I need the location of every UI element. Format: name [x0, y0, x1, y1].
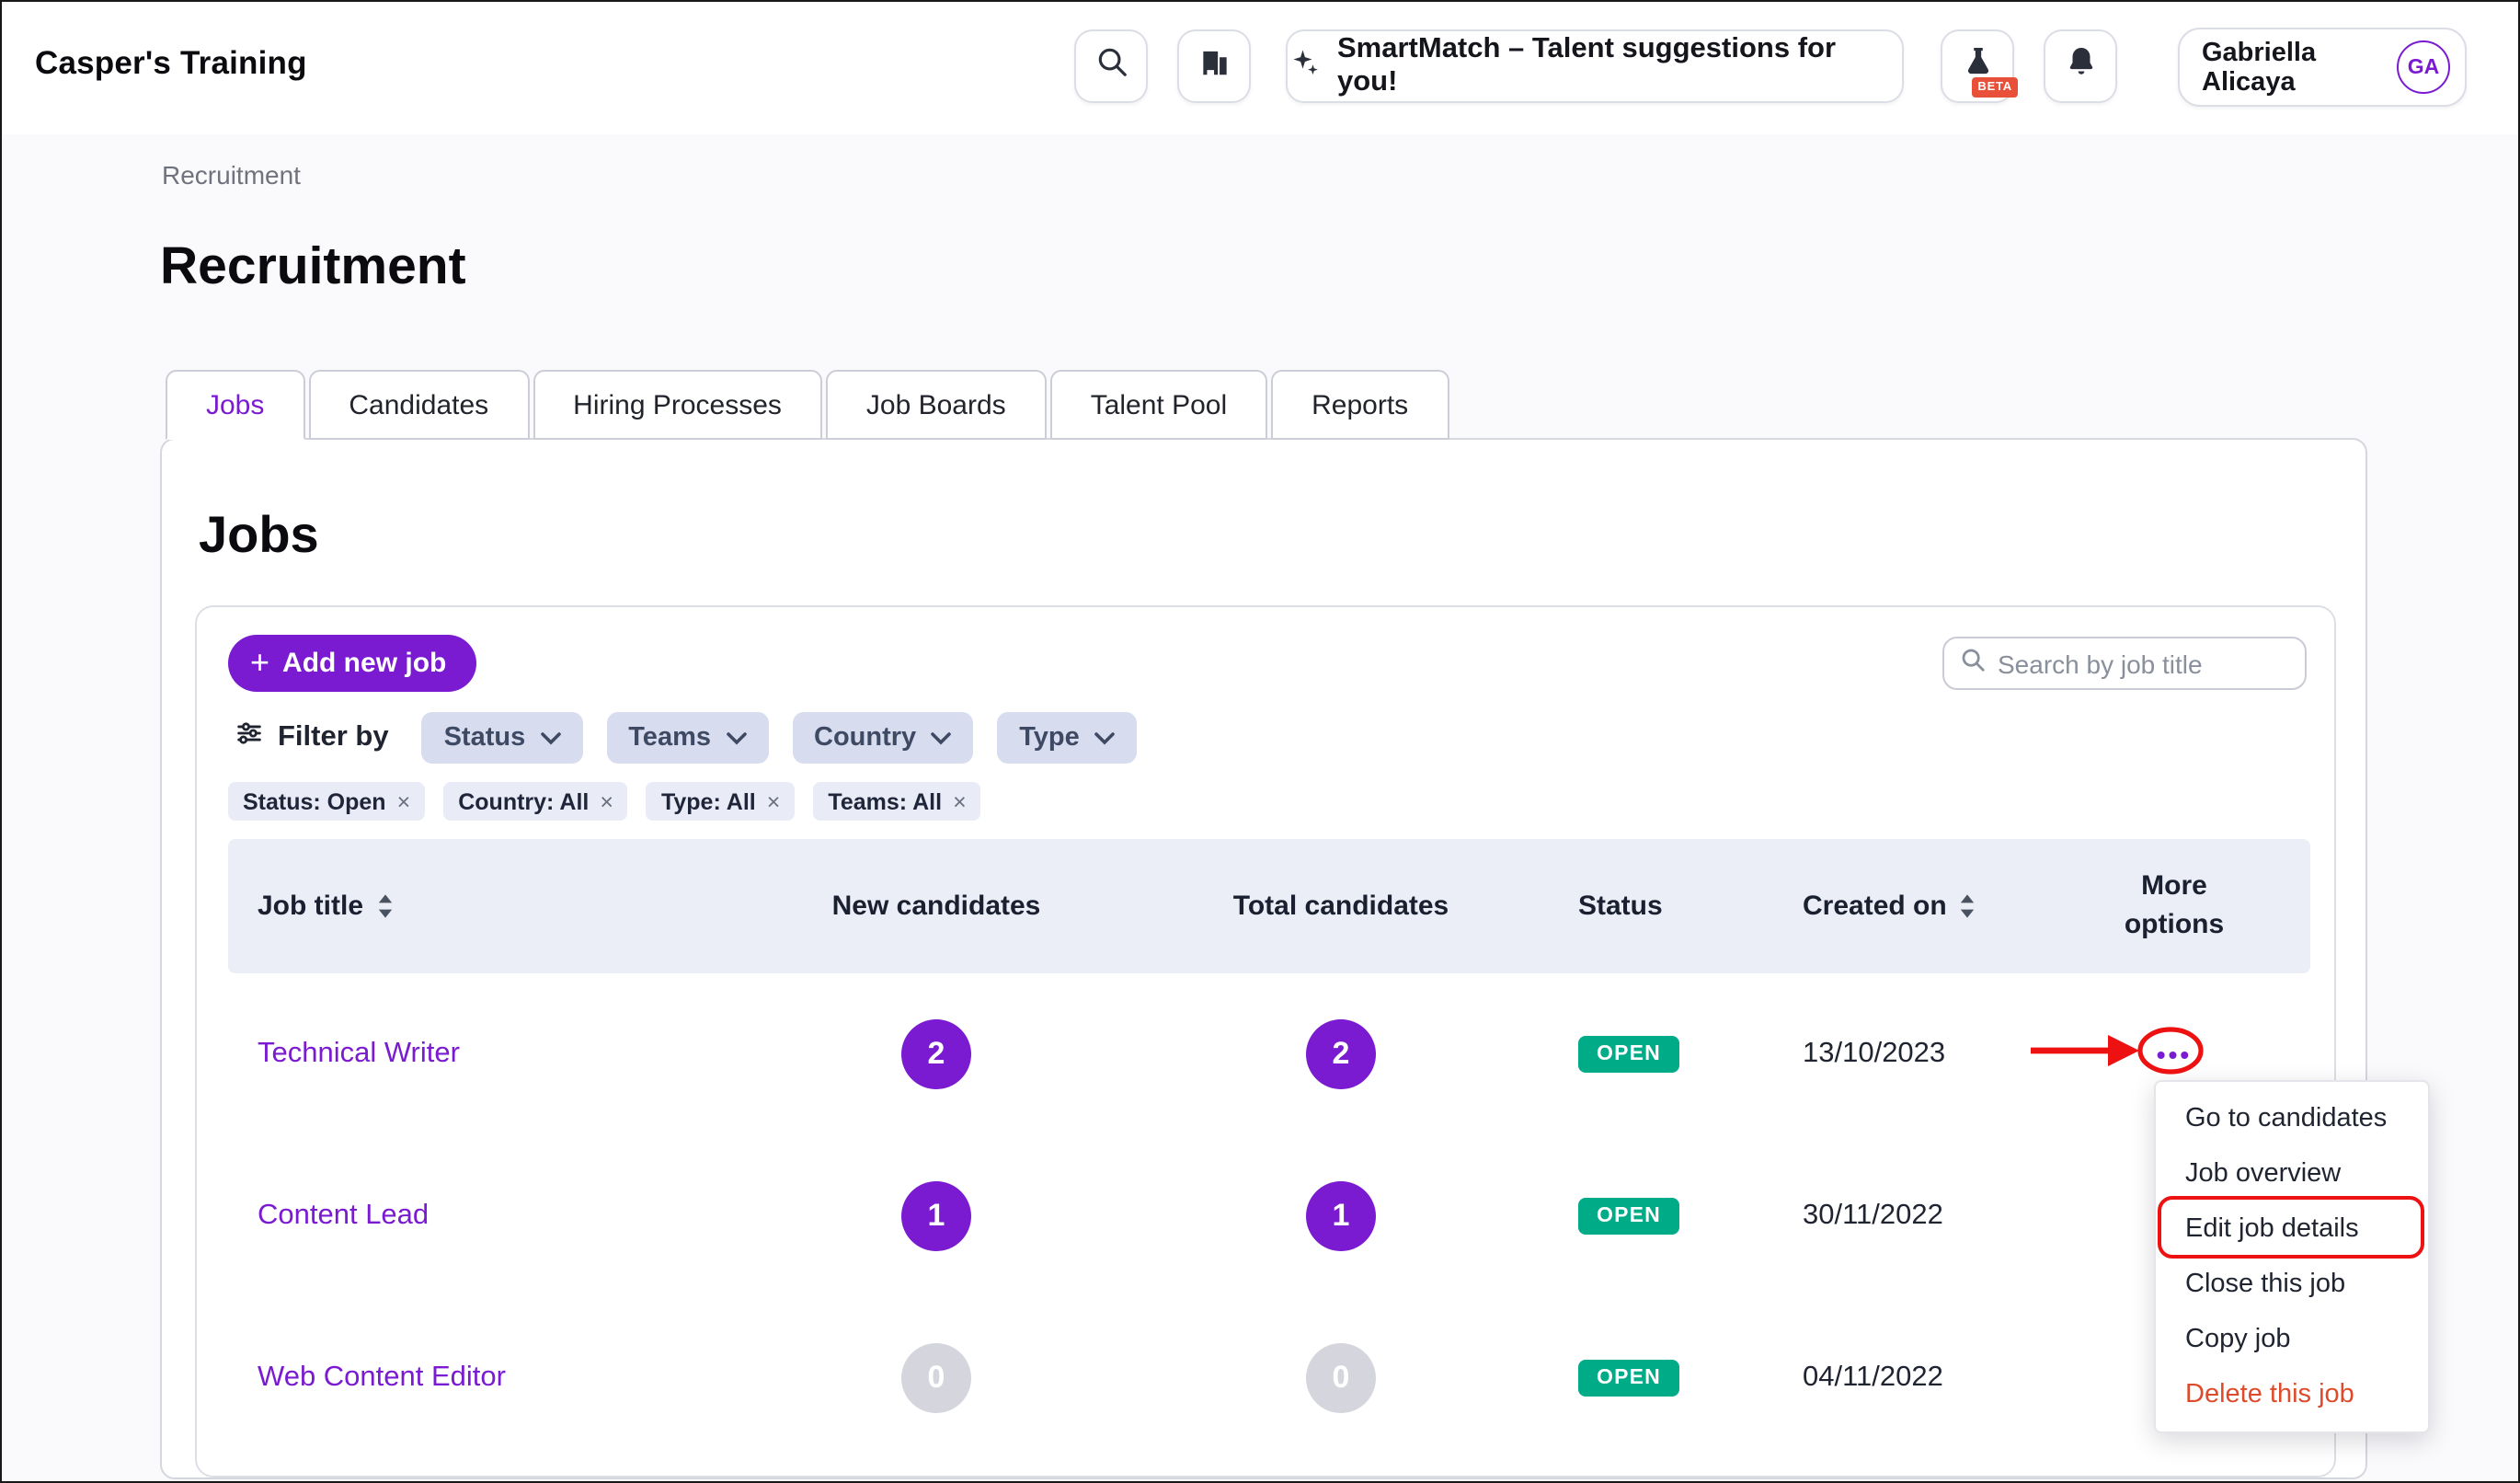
tab-candidates[interactable]: Candidates: [308, 370, 529, 440]
jobs-panel: + Add new job Filter by Status: [195, 605, 2336, 1477]
close-icon[interactable]: ×: [600, 788, 613, 814]
more-options-icon[interactable]: •••: [2146, 1032, 2203, 1076]
status-badge: OPEN: [1578, 1360, 1679, 1397]
labs-button[interactable]: BETA: [1941, 29, 2014, 103]
column-header-created-on: Created on: [1758, 891, 2038, 922]
smartmatch-button[interactable]: SmartMatch – Talent suggestions for you!: [1286, 29, 1904, 103]
job-title-link[interactable]: Content Lead: [228, 1200, 743, 1233]
menu-item-job-overview[interactable]: Job overview: [2156, 1146, 2428, 1201]
menu-item-go-to-candidates[interactable]: Go to candidates: [2156, 1091, 2428, 1146]
filter-by-label: Filter by: [234, 718, 389, 758]
filter-dropdown-country[interactable]: Country: [792, 712, 973, 764]
notifications-button[interactable]: [2044, 29, 2117, 103]
user-name: Gabriella Alicaya: [2202, 38, 2397, 97]
new-candidates-badge: 2: [901, 1019, 971, 1089]
column-header-job-title: Job title: [228, 891, 743, 922]
tab-job-boards[interactable]: Job Boards: [826, 370, 1047, 440]
sparkle-icon: [1288, 45, 1321, 87]
status-badge: OPEN: [1578, 1036, 1679, 1073]
filter-dropdown-status[interactable]: Status: [422, 712, 583, 764]
job-title-link[interactable]: Web Content Editor: [228, 1362, 743, 1395]
chevron-down-icon: [540, 723, 560, 753]
filter-tag-status[interactable]: Status: Open×: [228, 782, 425, 821]
jobs-heading: Jobs: [199, 506, 319, 565]
avatar: GA: [2397, 40, 2450, 94]
filter-tag-teams[interactable]: Teams: All×: [813, 782, 980, 821]
tab-hiring-processes[interactable]: Hiring Processes: [533, 370, 822, 440]
table-body: Technical Writer 2 2 OPEN 13/10/2023 •••…: [228, 973, 2310, 1459]
filter-tag-type[interactable]: Type: All×: [647, 782, 795, 821]
menu-item-close-this-job[interactable]: Close this job: [2156, 1257, 2428, 1312]
tab-jobs[interactable]: Jobs: [166, 370, 304, 440]
total-candidates-badge: 2: [1306, 1019, 1376, 1089]
menu-item-edit-job-details[interactable]: Edit job details: [2156, 1201, 2428, 1257]
status-badge: OPEN: [1578, 1198, 1679, 1235]
table-header: Job title New candidates Total candidate…: [228, 839, 2310, 973]
new-candidates-badge: 0: [901, 1343, 971, 1413]
beta-badge: BETA: [1972, 77, 2018, 98]
created-on-date: 30/11/2022: [1758, 1200, 2038, 1233]
menu-item-delete-this-job[interactable]: Delete this job: [2156, 1367, 2428, 1422]
column-header-status: Status: [1552, 891, 1758, 922]
job-search-box: [1942, 637, 2307, 690]
created-on-date: 04/11/2022: [1758, 1362, 2038, 1395]
tab-talent-pool[interactable]: Talent Pool: [1050, 370, 1267, 440]
filter-row: Filter by Status Teams Country Type: [234, 712, 1137, 764]
total-candidates-badge: 0: [1306, 1343, 1376, 1413]
close-icon[interactable]: ×: [767, 788, 781, 814]
search-icon: [1959, 645, 1987, 682]
close-icon[interactable]: ×: [953, 788, 967, 814]
bell-icon: [2063, 44, 2098, 88]
active-filter-tags: Status: Open× Country: All× Type: All× T…: [228, 782, 981, 821]
smartmatch-label: SmartMatch – Talent suggestions for you!: [1337, 33, 1902, 99]
created-on-date: 13/10/2023: [1758, 1038, 2038, 1071]
building-icon: [1197, 44, 1231, 88]
chevron-down-icon: [931, 723, 951, 753]
plus-icon: +: [250, 645, 269, 678]
job-search-input[interactable]: [1998, 649, 2290, 678]
top-bar: Casper's Training SmartMatch – Talent su…: [0, 0, 2520, 134]
add-new-job-button[interactable]: + Add new job: [228, 635, 475, 692]
breadcrumb[interactable]: Recruitment: [162, 160, 301, 190]
app-window: Casper's Training SmartMatch – Talent su…: [0, 0, 2520, 1483]
total-candidates-badge: 1: [1306, 1181, 1376, 1251]
menu-item-copy-job[interactable]: Copy job: [2156, 1312, 2428, 1367]
job-title-link[interactable]: Technical Writer: [228, 1038, 743, 1071]
search-button[interactable]: [1074, 29, 1148, 103]
table-row: Web Content Editor 0 0 OPEN 04/11/2022 •…: [228, 1297, 2310, 1459]
new-candidates-badge: 1: [901, 1181, 971, 1251]
chevron-down-icon: [1094, 723, 1115, 753]
close-icon[interactable]: ×: [397, 788, 411, 814]
row-context-menu: Go to candidates Job overview Edit job d…: [2154, 1080, 2430, 1433]
table-row: Content Lead 1 1 OPEN 30/11/2022 •••: [228, 1135, 2310, 1297]
column-header-total-candidates: Total candidates: [1129, 891, 1552, 922]
search-icon: [1094, 44, 1128, 88]
page-title: Recruitment: [160, 237, 466, 298]
company-button[interactable]: [1177, 29, 1251, 103]
column-header-more-options: More options: [2038, 869, 2310, 944]
sort-icon[interactable]: [1960, 894, 1976, 918]
tab-bar: Jobs Candidates Hiring Processes Job Boa…: [166, 370, 1452, 440]
jobs-card: Jobs + Add new job Filter by: [160, 438, 2367, 1479]
filter-icon: [234, 718, 265, 758]
tab-reports[interactable]: Reports: [1271, 370, 1449, 440]
filter-tag-country[interactable]: Country: All×: [443, 782, 628, 821]
sort-icon[interactable]: [376, 894, 393, 918]
filter-dropdown-type[interactable]: Type: [997, 712, 1137, 764]
column-header-new-candidates: New candidates: [743, 891, 1129, 922]
chevron-down-icon: [726, 723, 746, 753]
user-menu[interactable]: Gabriella Alicaya GA: [2178, 28, 2467, 107]
table-row: Technical Writer 2 2 OPEN 13/10/2023 •••: [228, 973, 2310, 1135]
filter-dropdown-teams[interactable]: Teams: [606, 712, 768, 764]
app-title: Casper's Training: [35, 44, 307, 83]
